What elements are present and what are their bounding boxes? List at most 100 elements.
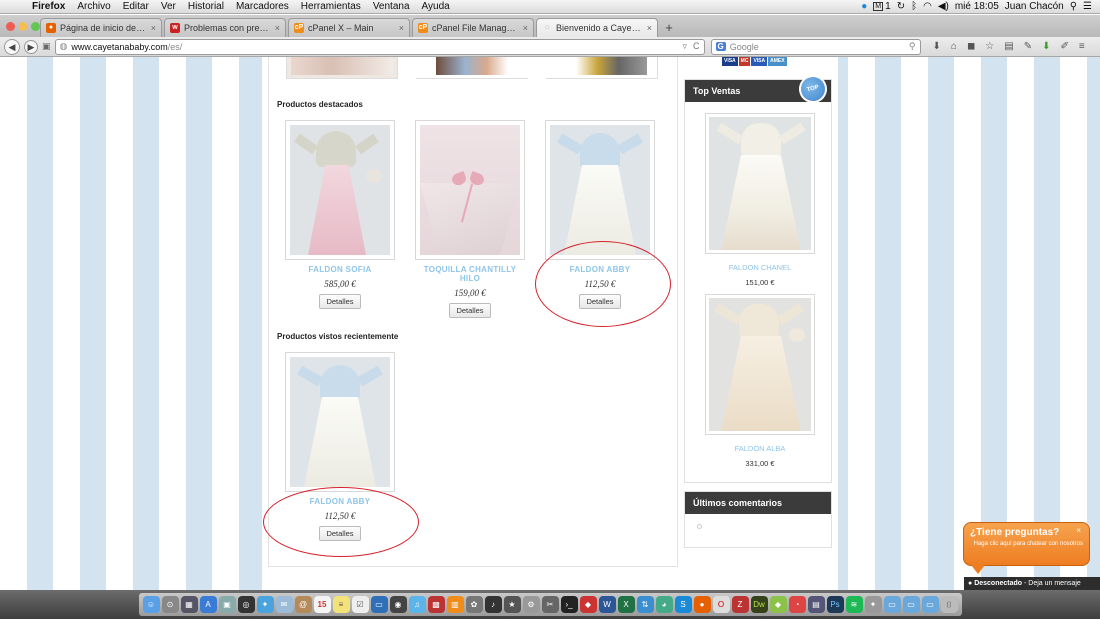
photo-booth-icon[interactable]: ▩ — [427, 596, 445, 613]
reminders-icon[interactable]: ☑ — [351, 596, 369, 613]
tab-cpanel-file-manager[interactable]: cP cPanel File Manager v3 × — [412, 18, 534, 37]
close-tab-icon[interactable]: × — [275, 23, 280, 33]
app-icon[interactable]: ▤ — [807, 596, 825, 613]
live-chat-bubble[interactable]: ¿Tiene preguntas? Haga clic aquí para ch… — [963, 522, 1090, 566]
tab-cpanel-main[interactable]: cP cPanel X – Main × — [288, 18, 410, 37]
spotify-icon[interactable]: ≋ — [845, 596, 863, 613]
reload-icon[interactable]: C — [693, 41, 700, 52]
keynote-icon[interactable]: ▭ — [370, 596, 388, 613]
close-tab-icon[interactable]: × — [523, 23, 528, 33]
menu-herramientas[interactable]: Herramientas — [295, 1, 367, 12]
garageband-icon[interactable]: ♪ — [484, 596, 502, 613]
notes-icon[interactable]: ≡ — [332, 596, 350, 613]
finder-icon[interactable]: ☺ — [142, 596, 160, 613]
photos-icon[interactable]: ✿ — [465, 596, 483, 613]
tools-icon[interactable]: ✎ — [1024, 41, 1032, 52]
spotlight-icon[interactable]: ⚲ — [1070, 1, 1077, 12]
tab-problemas-precio[interactable]: w Problemas con precio tach... × — [164, 18, 286, 37]
imovie-icon[interactable]: ★ — [503, 596, 521, 613]
dashboard-icon[interactable]: ◎ — [237, 596, 255, 613]
product-image[interactable] — [705, 294, 815, 435]
filezilla-icon[interactable]: Z — [731, 596, 749, 613]
new-tab-button[interactable]: + — [660, 18, 678, 37]
close-chat-icon[interactable]: × — [1076, 526, 1081, 535]
mission-control-icon[interactable]: ▦ — [180, 596, 198, 613]
product-image[interactable] — [705, 113, 815, 254]
mail-icon[interactable]: ✉ — [275, 596, 293, 613]
downloads-icon[interactable]: ⬇ — [933, 41, 941, 52]
product-image[interactable] — [285, 352, 395, 492]
terminal-icon[interactable]: ›_ — [560, 596, 578, 613]
downloads-folder-icon[interactable]: ▭ — [883, 596, 901, 613]
skype-icon[interactable]: S — [674, 596, 692, 613]
close-tab-icon[interactable]: × — [399, 23, 404, 33]
pocket-icon[interactable]: ◼ — [967, 41, 975, 52]
tab-mozilla-start[interactable]: ● Página de inicio de Mozill... × — [40, 18, 162, 37]
skype-icon[interactable]: ● — [861, 1, 867, 12]
itunes-icon[interactable]: ♫ — [408, 596, 426, 613]
close-tab-icon[interactable]: × — [151, 23, 156, 33]
utility-2-icon[interactable]: ✦ — [864, 596, 882, 613]
opera-icon[interactable]: O — [712, 596, 730, 613]
addon-icon[interactable]: ⬇ — [1042, 41, 1050, 52]
search-icon[interactable]: ⚲ — [909, 41, 916, 52]
addon-2-icon[interactable]: ✐ — [1060, 41, 1068, 52]
system-preferences-icon[interactable]: ⚙ — [522, 596, 540, 613]
search-bar[interactable]: G Google ⚲ — [710, 38, 921, 55]
chrome-2-icon[interactable]: ◔ — [788, 596, 806, 613]
bookmark-star-icon[interactable]: ☆ — [985, 41, 994, 52]
menu-archivo[interactable]: Archivo — [71, 1, 116, 12]
home-icon[interactable]: ⌂ — [951, 41, 957, 52]
product-name-link[interactable]: FALDON CHANEL — [705, 263, 815, 272]
launchpad-icon[interactable]: ⊙ — [161, 596, 179, 613]
preview-icon[interactable]: ▣ — [218, 596, 236, 613]
chrome-icon[interactable]: ◕ — [655, 596, 673, 613]
wifi-icon[interactable]: ◠ — [923, 1, 932, 12]
product-name-link[interactable]: FALDON ALBA — [705, 444, 815, 453]
close-window-button[interactable] — [6, 21, 15, 31]
photoshop-icon[interactable]: Ps — [826, 596, 844, 613]
product-image[interactable] — [545, 120, 655, 260]
ibooks-icon[interactable]: ▥ — [446, 596, 464, 613]
menu-icon[interactable]: ≡ — [1079, 41, 1085, 52]
pdf-icon[interactable]: ◆ — [579, 596, 597, 613]
user-name[interactable]: Juan Chacón — [1005, 1, 1064, 12]
menu-historial[interactable]: Historial — [182, 1, 230, 12]
back-button[interactable]: ◀ — [4, 38, 20, 55]
folder-icon[interactable]: ▭ — [921, 596, 939, 613]
details-button[interactable]: Detalles — [449, 303, 491, 318]
menu-app-firefox[interactable]: Firefox — [26, 1, 71, 12]
google-icon[interactable]: G — [715, 42, 726, 51]
minimize-window-button[interactable] — [18, 21, 28, 31]
notification-center-icon[interactable]: ☰ — [1083, 1, 1092, 12]
menu-editar[interactable]: Editar — [117, 1, 155, 12]
product-image[interactable] — [416, 57, 528, 79]
product-image[interactable] — [415, 120, 525, 260]
product-name-link[interactable]: FALDON SOFIA — [285, 265, 395, 274]
android-icon[interactable]: ◆ — [769, 596, 787, 613]
dreamweaver-icon[interactable]: Dw — [750, 596, 768, 613]
word-icon[interactable]: W — [598, 596, 616, 613]
time-machine-icon[interactable]: ↻ — [897, 1, 905, 12]
firefox-icon[interactable]: ● — [693, 596, 711, 613]
product-name-link[interactable]: TOQUILLA CHANTILLY HILO — [415, 265, 525, 283]
zoom-window-button[interactable] — [31, 21, 41, 31]
chat-status-bar[interactable]: ● Desconectado - Deja un mensaje — [964, 577, 1100, 590]
clock[interactable]: mié 18:05 — [955, 1, 999, 12]
app-store-icon[interactable]: A — [199, 596, 217, 613]
url-bar[interactable]: ◍ www.cayetanababy.com/es/ ▿ C — [54, 38, 705, 55]
safari-icon[interactable]: ✦ — [256, 596, 274, 613]
trash-icon[interactable]: ⌷ — [940, 596, 958, 613]
forward-button[interactable]: ▶ — [24, 39, 38, 54]
product-image[interactable] — [286, 57, 398, 79]
bluetooth-icon[interactable]: ᛒ — [911, 1, 917, 12]
contacts-icon[interactable]: @ — [294, 596, 312, 613]
menu-ayuda[interactable]: Ayuda — [416, 1, 456, 12]
product-image[interactable] — [285, 120, 395, 260]
menu-marcadores[interactable]: Marcadores — [230, 1, 295, 12]
product-image[interactable] — [546, 57, 658, 79]
details-button[interactable]: Detalles — [319, 294, 361, 309]
volume-icon[interactable]: ◀) — [938, 1, 949, 12]
menu-ventana[interactable]: Ventana — [367, 1, 416, 12]
documents-folder-icon[interactable]: ▭ — [902, 596, 920, 613]
